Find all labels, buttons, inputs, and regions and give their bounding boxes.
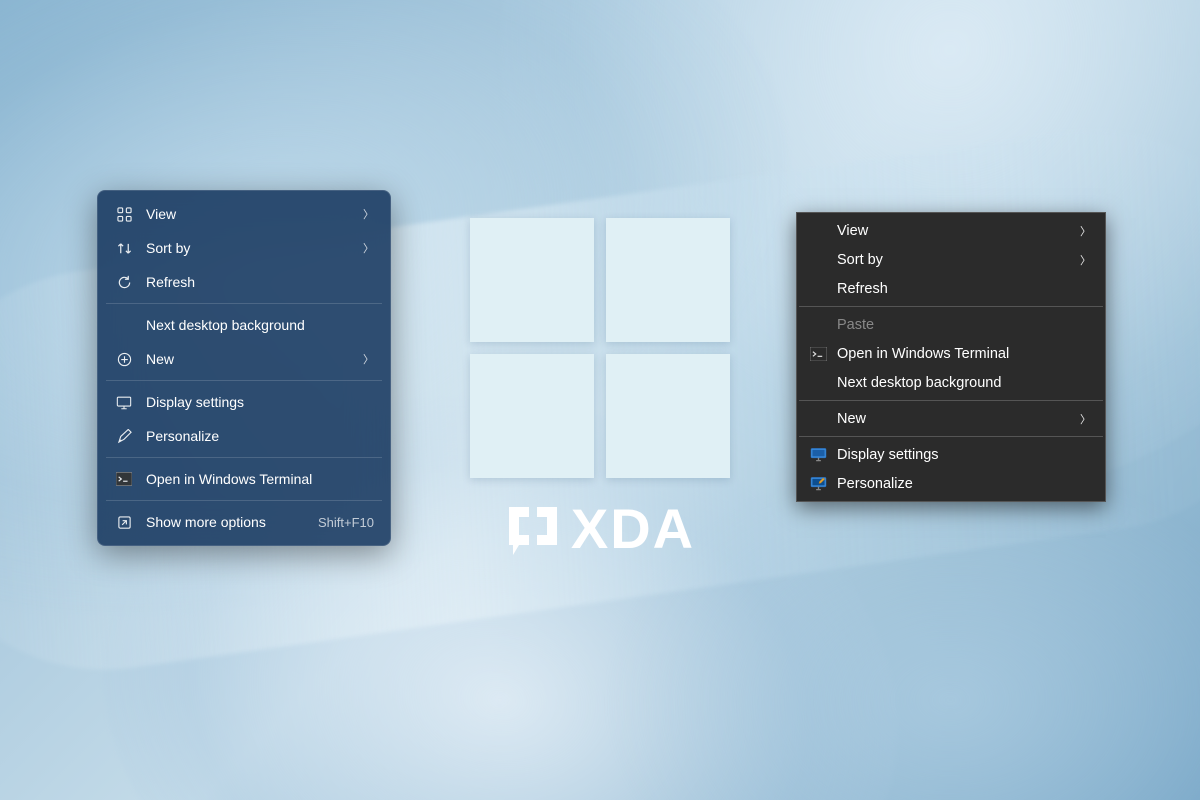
menu-refresh[interactable]: Refresh xyxy=(104,265,384,299)
menu-label: Refresh xyxy=(837,281,1091,297)
win10-context-menu: View 〉 Sort by 〉 Refresh Paste Open in W… xyxy=(796,212,1106,502)
sort-icon xyxy=(114,241,134,256)
windows-logo-icon xyxy=(470,218,730,478)
grid-icon xyxy=(114,207,134,222)
menu-new[interactable]: New 〉 xyxy=(799,404,1103,433)
chevron-right-icon: 〉 xyxy=(363,351,374,367)
win11-context-menu: View 〉 Sort by 〉 Refresh Next desktop ba… xyxy=(97,190,391,546)
menu-label: Open in Windows Terminal xyxy=(146,471,374,487)
terminal-icon xyxy=(807,347,829,361)
xda-text: XDA xyxy=(571,496,695,561)
chevron-right-icon: 〉 xyxy=(1080,223,1091,239)
menu-label: Next desktop background xyxy=(837,375,1091,391)
menu-label: Paste xyxy=(837,317,1091,333)
chevron-right-icon: 〉 xyxy=(1080,252,1091,268)
menu-view[interactable]: View 〉 xyxy=(104,197,384,231)
display-icon xyxy=(114,395,134,410)
menu-view[interactable]: View 〉 xyxy=(799,216,1103,245)
menu-personalize[interactable]: Personalize xyxy=(104,419,384,453)
menu-next-background[interactable]: Next desktop background xyxy=(104,308,384,342)
menu-separator xyxy=(799,400,1103,401)
menu-label: View xyxy=(837,223,1080,239)
menu-label: View xyxy=(146,206,355,222)
menu-label: Display settings xyxy=(146,394,374,410)
menu-label: Sort by xyxy=(837,252,1080,268)
menu-label: New xyxy=(146,351,355,367)
menu-show-more-options[interactable]: Show more options Shift+F10 xyxy=(104,505,384,539)
menu-new[interactable]: New 〉 xyxy=(104,342,384,376)
refresh-icon xyxy=(114,275,134,290)
menu-label: Personalize xyxy=(837,476,1091,492)
plus-circle-icon xyxy=(114,352,134,367)
menu-sort-by[interactable]: Sort by 〉 xyxy=(799,245,1103,274)
menu-label: New xyxy=(837,411,1080,427)
menu-display-settings[interactable]: Display settings xyxy=(104,385,384,419)
menu-paste: Paste xyxy=(799,310,1103,339)
menu-label: Refresh xyxy=(146,274,374,290)
menu-display-settings[interactable]: Display settings xyxy=(799,440,1103,469)
expand-icon xyxy=(114,515,134,530)
xda-logo: XDA xyxy=(505,496,695,561)
menu-refresh[interactable]: Refresh xyxy=(799,274,1103,303)
menu-label: Open in Windows Terminal xyxy=(837,346,1091,362)
menu-separator xyxy=(799,306,1103,307)
menu-separator xyxy=(106,500,382,501)
terminal-icon xyxy=(114,472,134,486)
menu-personalize[interactable]: Personalize xyxy=(799,469,1103,498)
menu-label: Next desktop background xyxy=(146,317,374,333)
display-color-icon xyxy=(807,447,829,462)
menu-label: Display settings xyxy=(837,447,1091,463)
menu-separator xyxy=(106,303,382,304)
menu-sort-by[interactable]: Sort by 〉 xyxy=(104,231,384,265)
menu-shortcut: Shift+F10 xyxy=(318,515,374,530)
menu-label: Sort by xyxy=(146,240,355,256)
menu-separator xyxy=(106,457,382,458)
chevron-right-icon: 〉 xyxy=(363,206,374,222)
xda-bracket-icon xyxy=(505,503,561,555)
personalize-color-icon xyxy=(807,476,829,491)
chevron-right-icon: 〉 xyxy=(363,240,374,256)
menu-next-background[interactable]: Next desktop background xyxy=(799,368,1103,397)
menu-separator xyxy=(106,380,382,381)
menu-label: Personalize xyxy=(146,428,374,444)
center-logo-block: XDA xyxy=(470,218,730,561)
menu-open-terminal[interactable]: Open in Windows Terminal xyxy=(104,462,384,496)
menu-open-terminal[interactable]: Open in Windows Terminal xyxy=(799,339,1103,368)
chevron-right-icon: 〉 xyxy=(1080,411,1091,427)
menu-label: Show more options xyxy=(146,514,310,530)
menu-separator xyxy=(799,436,1103,437)
personalize-icon xyxy=(114,429,134,444)
